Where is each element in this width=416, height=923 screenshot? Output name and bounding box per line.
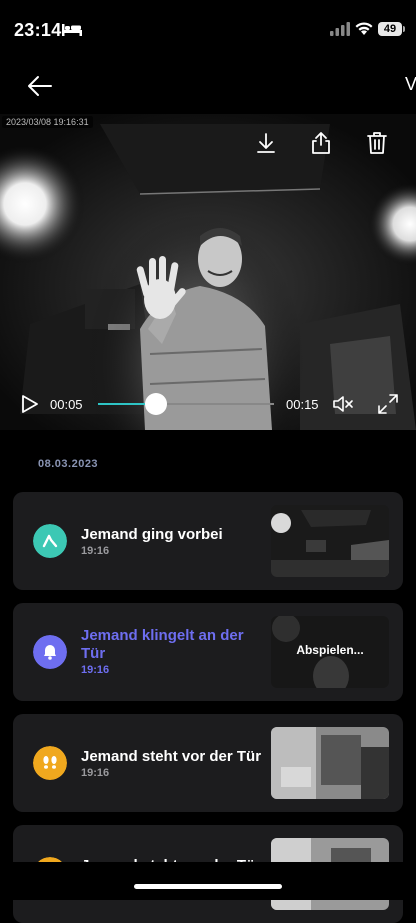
thumbnail-play-label: Abspielen... <box>296 643 364 657</box>
event-thumbnail[interactable] <box>271 505 389 577</box>
share-icon[interactable] <box>308 130 334 156</box>
video-player[interactable] <box>0 114 416 430</box>
download-icon[interactable] <box>253 130 279 156</box>
play-icon[interactable] <box>18 393 40 415</box>
status-bar: 23:14 49 <box>0 0 416 56</box>
home-indicator[interactable] <box>134 884 282 889</box>
footprints-icon <box>33 746 67 780</box>
nav-right-label[interactable]: V <box>405 74 416 95</box>
event-card-doorbell[interactable]: Jemand klingelt an der Tür 19:16 Abspiel… <box>13 603 403 701</box>
event-date-header: 08.03.2023 <box>38 458 99 470</box>
event-title: Jemand ging vorbei <box>81 526 223 543</box>
event-title: Jemand klingelt an der Tür <box>81 627 244 662</box>
thumbnail-image <box>271 727 389 799</box>
event-card-standing[interactable]: Jemand steht vor der Tür 19:16 <box>13 714 403 812</box>
back-arrow-icon[interactable] <box>26 72 54 100</box>
event-thumbnail-playing[interactable]: Abspielen... <box>271 616 389 688</box>
trash-icon[interactable] <box>364 130 390 156</box>
wifi-icon <box>355 22 373 35</box>
total-time: 00:15 <box>286 397 319 412</box>
current-time: 00:05 <box>50 397 83 412</box>
camera-frame <box>0 114 416 430</box>
fullscreen-icon[interactable] <box>376 392 400 416</box>
event-time: 19:16 <box>81 767 110 779</box>
progress-handle[interactable] <box>145 393 168 415</box>
event-title: Jemand steht vor der Tür <box>81 748 262 765</box>
event-time: 19:16 <box>81 545 110 557</box>
bell-icon <box>33 635 67 669</box>
event-thumbnail[interactable] <box>271 727 389 799</box>
mute-icon[interactable] <box>331 392 355 416</box>
battery-tip <box>403 26 405 32</box>
cellular-signal-icon <box>330 22 350 36</box>
status-time: 23:14 <box>14 20 62 40</box>
person-walking-icon <box>33 524 67 558</box>
thumbnail-image <box>271 505 389 577</box>
event-time: 19:16 <box>81 664 110 676</box>
bottom-safe-area <box>0 862 416 900</box>
battery-indicator: 49 <box>378 22 402 36</box>
recording-timestamp: 2023/03/08 19:16:31 <box>2 116 93 128</box>
event-card-passed-by[interactable]: Jemand ging vorbei 19:16 <box>13 492 403 590</box>
sleep-mode-icon <box>62 24 82 36</box>
